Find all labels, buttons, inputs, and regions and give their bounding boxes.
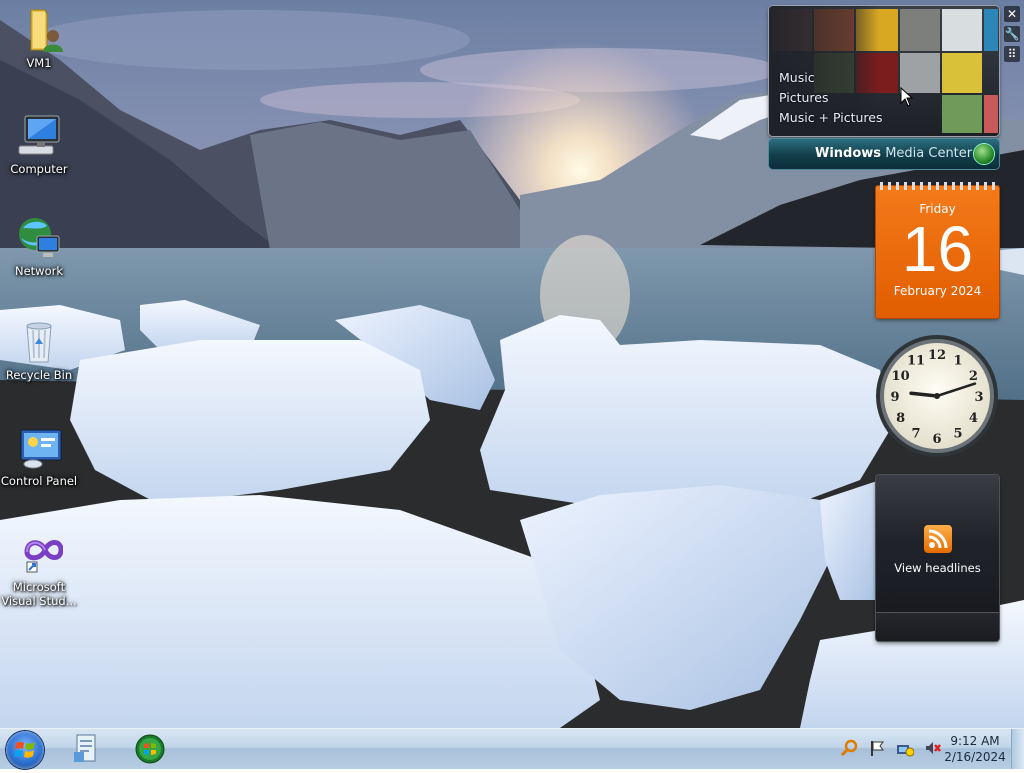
system-tray xyxy=(840,739,947,759)
computer-icon xyxy=(15,112,63,160)
brand-bold: Windows xyxy=(815,146,882,161)
windows-logo-icon xyxy=(14,741,35,758)
feed-headlines-gadget[interactable]: View headlines xyxy=(876,475,999,641)
desktop-icon-network[interactable]: Network xyxy=(0,214,78,278)
menu-item-music-pictures[interactable]: Music + Pictures xyxy=(779,108,883,128)
clock-numeral: 12 xyxy=(928,348,946,363)
desktop-icon-control-panel[interactable]: Control Panel xyxy=(0,424,78,488)
user-folder-icon xyxy=(15,6,63,54)
clock-numeral: 5 xyxy=(953,426,962,441)
drag-handle-icon[interactable]: ⠿ xyxy=(1004,46,1020,62)
taskbar-media-center[interactable] xyxy=(132,732,168,766)
gadget-toolbar: ✕ 🔧 ⠿ xyxy=(1004,6,1022,66)
visual-studio-icon xyxy=(15,530,64,578)
desktop-icon-recycle-bin[interactable]: Recycle Bin xyxy=(0,318,78,382)
view-headlines-link[interactable]: View headlines xyxy=(876,561,999,575)
rss-feed-icon xyxy=(923,525,952,553)
desktop-icon-vm1[interactable]: VM1 xyxy=(0,6,78,70)
clock-numeral: 6 xyxy=(932,432,941,447)
show-desktop-button[interactable] xyxy=(1011,729,1024,769)
document-app-icon xyxy=(74,734,96,762)
desktop-icon-label: Computer xyxy=(10,162,68,176)
media-center-brand: Windows Media Center xyxy=(815,146,972,161)
recycle-bin-icon xyxy=(15,318,63,366)
desktop-icon-label: Microsoft Visual Stud... xyxy=(1,580,77,608)
desktop-icon-visual-studio[interactable]: Microsoft Visual Stud... xyxy=(0,530,78,608)
menu-item-pictures[interactable]: Pictures xyxy=(779,88,883,108)
media-center-menu: Music Pictures Music + Pictures xyxy=(779,68,883,128)
desktop-icon-label: VM1 xyxy=(26,56,52,70)
calendar-day: 16 xyxy=(901,213,974,285)
media-tile[interactable] xyxy=(984,9,998,51)
network-icon xyxy=(15,214,63,262)
media-tile[interactable] xyxy=(984,95,998,133)
clock-numeral: 2 xyxy=(969,369,978,384)
clock-gadget[interactable]: 12 1 2 3 4 5 6 7 8 9 10 11 xyxy=(874,333,1000,459)
media-tile[interactable] xyxy=(942,53,982,93)
taskbar-date: 2/16/2024 xyxy=(944,750,1006,764)
media-tile[interactable] xyxy=(900,9,940,51)
calendar-rings xyxy=(880,182,995,190)
menu-item-music[interactable]: Music xyxy=(779,68,883,88)
windows-orb-icon xyxy=(974,144,994,164)
desktop-icon-label: Control Panel xyxy=(0,474,78,488)
mouse-cursor-icon xyxy=(900,87,914,107)
taskbar-time: 9:12 AM xyxy=(950,734,1000,748)
action-center-flag-icon[interactable] xyxy=(868,739,886,757)
desktop-icon-label: Recycle Bin xyxy=(5,368,73,382)
brand-light: Media Center xyxy=(885,146,973,161)
wrench-icon[interactable]: 🔧 xyxy=(1004,26,1020,42)
clock-numeral: 1 xyxy=(953,354,962,369)
feed-footer xyxy=(876,612,999,641)
calendar-gadget[interactable]: Friday 16 February 2024 xyxy=(876,182,999,318)
clock-numeral: 10 xyxy=(892,369,910,384)
clock-numeral: 11 xyxy=(907,354,925,369)
calendar-month-year: February 2024 xyxy=(893,284,982,298)
media-tile[interactable] xyxy=(942,9,982,51)
taskbar-document-app[interactable] xyxy=(68,732,104,766)
clock-numeral: 7 xyxy=(911,426,920,441)
taskbar-clock[interactable]: 9:12 AM 2/16/2024 xyxy=(940,733,1010,765)
clock-numeral: 9 xyxy=(890,390,899,405)
search-icon[interactable] xyxy=(840,739,858,757)
network-status-icon[interactable] xyxy=(896,739,915,757)
media-tile[interactable] xyxy=(942,95,982,133)
clock-numeral: 8 xyxy=(896,411,905,426)
clock-numeral: 3 xyxy=(974,390,983,405)
clock-numeral: 4 xyxy=(969,411,978,426)
close-icon[interactable]: ✕ xyxy=(1004,6,1020,22)
media-center-gadget[interactable]: Music Pictures Music + Pictures xyxy=(769,6,999,136)
desktop-icon-label: Network xyxy=(14,264,64,278)
start-button[interactable] xyxy=(6,731,44,769)
desktop-icon-computer[interactable]: Computer xyxy=(0,112,78,176)
media-center-launch-bar[interactable]: Windows Media Center xyxy=(769,139,999,169)
media-center-icon xyxy=(135,734,165,764)
taskbar: 9:12 AM 2/16/2024 xyxy=(0,728,1024,769)
control-panel-icon xyxy=(15,424,63,472)
